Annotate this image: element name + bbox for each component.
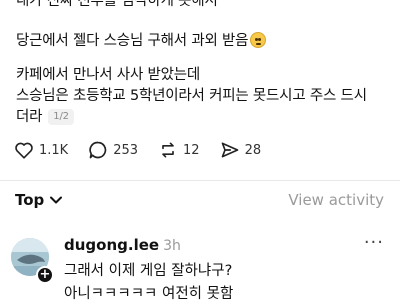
post-actions: 1.1K 253 12 28 xyxy=(14,140,281,160)
comment-username[interactable]: dugong.lee xyxy=(64,236,159,254)
more-options-icon[interactable]: ··· xyxy=(364,234,384,252)
post-text-line: 스승님은 초등학교 5학년이라서 커피는 못드시고 주스 드시 xyxy=(16,88,367,104)
repost-button[interactable]: 12 xyxy=(158,140,200,160)
post-text-line: 내가 진짜 선투를 심각하게 못해서 xyxy=(16,0,218,9)
post-text-segment: 더라 xyxy=(16,109,43,125)
post-text-line: 카페에서 만나서 사사 받았는데 xyxy=(16,67,201,83)
post-text-line: 더라 1/2 xyxy=(16,107,74,127)
comment-count: 253 xyxy=(113,142,139,158)
comment-button[interactable]: 253 xyxy=(88,140,138,160)
follow-plus-button[interactable]: + xyxy=(36,266,54,284)
share-button[interactable]: 28 xyxy=(220,140,262,160)
comment-author[interactable]: dugong.lee 3h xyxy=(64,236,181,254)
share-count: 28 xyxy=(244,142,262,158)
sort-dropdown[interactable]: Top xyxy=(15,191,63,209)
post-text-line: 당근에서 젤다 스승님 구해서 과외 받음 xyxy=(16,31,267,51)
comments-sort-bar: Top View activity xyxy=(15,188,384,212)
repost-count: 12 xyxy=(183,142,200,158)
divider xyxy=(0,180,400,181)
comment-bubble-icon xyxy=(89,141,107,159)
view-activity-link[interactable]: View activity xyxy=(288,191,384,209)
sort-label: Top xyxy=(15,191,45,209)
comment-text-line: 그래서 이제 게임 잘하냐구? xyxy=(64,263,233,279)
like-count: 1.1K xyxy=(39,142,69,158)
heart-icon xyxy=(15,142,33,159)
send-icon xyxy=(221,142,238,158)
smiling-face-icon xyxy=(250,32,267,48)
like-button[interactable]: 1.1K xyxy=(14,141,68,159)
chevron-down-icon xyxy=(50,196,63,204)
post-text-segment: 당근에서 젤다 스승님 구해서 과외 받음 xyxy=(16,33,249,49)
repost-icon xyxy=(162,142,174,158)
comment-text-line: 아니ㅋㅋㅋㅋㅋ 여전히 못함 xyxy=(64,286,234,302)
page-indicator: 1/2 xyxy=(48,109,74,125)
comment-timestamp: 3h xyxy=(163,238,181,254)
